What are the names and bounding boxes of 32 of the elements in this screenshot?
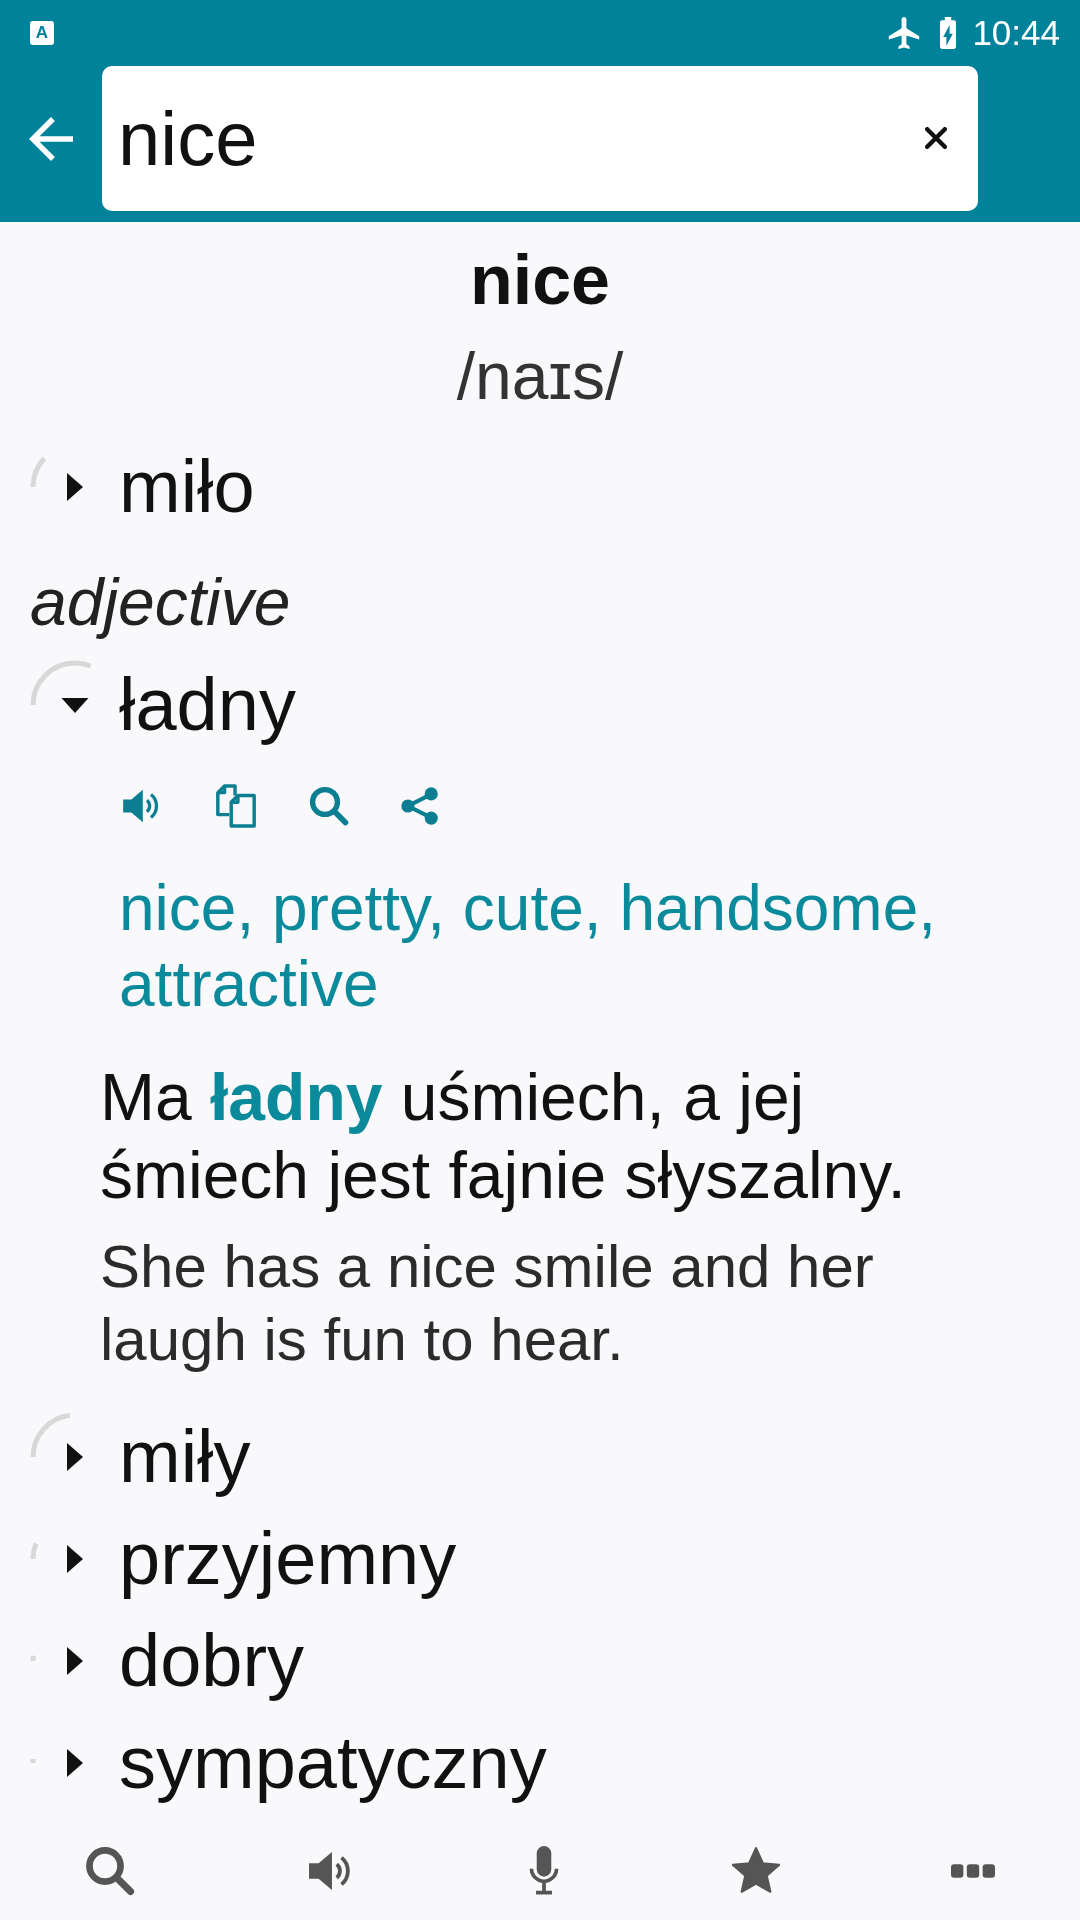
app-notification-icon: A xyxy=(30,21,54,45)
expand-caret-icon[interactable] xyxy=(67,1545,83,1573)
close-icon[interactable] xyxy=(925,127,947,149)
star-icon[interactable] xyxy=(731,1847,781,1895)
share-icon[interactable] xyxy=(401,786,439,826)
translation-word[interactable]: miły xyxy=(119,1414,251,1500)
copy-icon[interactable] xyxy=(215,784,257,828)
translation-word[interactable]: dobry xyxy=(119,1618,305,1704)
more-icon[interactable] xyxy=(951,1864,995,1878)
translation-word[interactable]: miło xyxy=(119,444,255,530)
meaning-list[interactable]: nice, pretty, cute, handsome, attractive xyxy=(119,870,1040,1022)
part-of-speech-label: adjective xyxy=(30,564,291,640)
translation-word[interactable]: ładny xyxy=(119,662,296,748)
search-icon[interactable] xyxy=(85,1846,135,1896)
headword: nice xyxy=(469,240,611,321)
airplane-icon xyxy=(888,17,921,49)
translation-word[interactable]: przyjemny xyxy=(119,1516,457,1602)
status-time: 10:44 xyxy=(972,13,1060,53)
microphone-icon[interactable] xyxy=(527,1846,561,1896)
pronunciation: /naɪs/ xyxy=(456,338,624,415)
expand-caret-icon[interactable] xyxy=(67,1443,83,1471)
example-translation: She has a nice smile and her laugh is fun to hear. xyxy=(100,1232,875,1375)
expand-caret-icon[interactable] xyxy=(67,1647,83,1675)
expand-caret-icon[interactable] xyxy=(67,1749,83,1777)
search-icon[interactable] xyxy=(309,786,349,826)
translation-word[interactable]: sympatyczny xyxy=(119,1720,547,1806)
expand-caret-icon[interactable] xyxy=(67,473,83,501)
collapse-caret-icon[interactable] xyxy=(61,698,89,713)
example-sentence: Ma ładny uśmiech, a jej śmiech jest fajnie słyszalny. xyxy=(100,1059,907,1214)
battery-charging-icon xyxy=(938,17,959,49)
search-field[interactable]: nice xyxy=(102,66,978,211)
back-arrow-icon[interactable] xyxy=(29,116,73,161)
